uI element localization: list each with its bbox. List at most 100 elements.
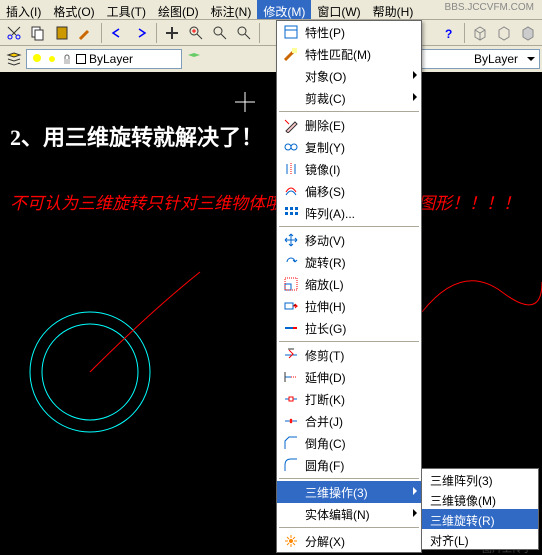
match-button[interactable] (75, 22, 97, 44)
submenu-item-三维镜像[interactable]: 三维镜像(M) (422, 489, 538, 509)
menu-item-分解[interactable]: 分解(X) (277, 530, 421, 552)
layer-toolbar: ByLayer ByLayer (0, 46, 542, 72)
layer-dropdown[interactable]: ByLayer (26, 49, 182, 69)
break-icon (281, 391, 301, 407)
blank-icon (281, 68, 301, 84)
menu-item-label: 镜像(I) (305, 161, 340, 178)
menu-窗口[interactable]: 窗口(W) (311, 0, 366, 19)
menu-标注[interactable]: 标注(N) (205, 0, 258, 19)
zoom-prev-button[interactable] (209, 22, 231, 44)
cube2-button[interactable] (493, 22, 515, 44)
properties-icon (281, 24, 301, 40)
layer-manager-button[interactable] (3, 48, 25, 70)
fillet-icon (281, 457, 301, 473)
erase-icon (281, 117, 301, 133)
menu-帮助[interactable]: 帮助(H) (367, 0, 420, 19)
menu-item-label: 复制(Y) (305, 139, 345, 156)
menu-格式[interactable]: 格式(O) (47, 0, 100, 19)
layer-prev-button[interactable] (183, 48, 205, 70)
move-icon (281, 232, 301, 248)
zoom-win-button[interactable] (233, 22, 255, 44)
menu-item-label: 打断(K) (305, 391, 345, 408)
cut-button[interactable] (3, 22, 25, 44)
menu-item-label: 缩放(L) (305, 276, 344, 293)
menu-item-缩放[interactable]: 缩放(L) (277, 273, 421, 295)
help-button[interactable]: ? (438, 22, 460, 44)
mirror-icon (281, 161, 301, 177)
menu-item-label: 移动(V) (305, 232, 345, 249)
menu-item-偏移[interactable]: 偏移(S) (277, 180, 421, 202)
menu-item-label: 拉长(G) (305, 320, 346, 337)
menu-item-倒角[interactable]: 倒角(C) (277, 432, 421, 454)
menu-item-label: 特性匹配(M) (305, 46, 371, 63)
menu-item-镜像[interactable]: 镜像(I) (277, 158, 421, 180)
menu-item-复制[interactable]: 复制(Y) (277, 136, 421, 158)
menu-item-label: 倒角(C) (305, 435, 346, 452)
menu-item-拉伸[interactable]: 拉伸(H) (277, 295, 421, 317)
layer-name: ByLayer (89, 52, 133, 66)
menu-插入[interactable]: 插入(I) (0, 0, 47, 19)
menu-item-删除[interactable]: 删除(E) (277, 114, 421, 136)
cube1-button[interactable] (469, 22, 491, 44)
menu-item-label: 剪裁(C) (305, 90, 346, 107)
pan-button[interactable] (161, 22, 183, 44)
trim-icon (281, 347, 301, 363)
menu-item-打断[interactable]: 打断(K) (277, 388, 421, 410)
menu-item-label: 旋转(R) (305, 254, 346, 271)
match-icon (281, 46, 301, 62)
menu-修改[interactable]: 修改(M) (257, 0, 311, 19)
extend-icon (281, 369, 301, 385)
copy-button[interactable] (27, 22, 49, 44)
stretch-icon (281, 298, 301, 314)
standard-toolbar: ? (0, 20, 542, 46)
cube3-button[interactable] (517, 22, 539, 44)
menu-item-阵列[interactable]: 阵列(A)... (277, 202, 421, 224)
menu-item-label: 修剪(T) (305, 347, 344, 364)
rotate-icon (281, 254, 301, 270)
offset-icon (281, 183, 301, 199)
chamfer-icon (281, 435, 301, 451)
submenu-item-对齐[interactable]: 对齐(L) (422, 529, 538, 549)
menu-item-特性匹配[interactable]: 特性匹配(M) (277, 43, 421, 65)
menu-item-label: 合并(J) (305, 413, 343, 430)
menu-item-对象[interactable]: 对象(O) (277, 65, 421, 87)
sun-icon (46, 53, 58, 65)
menu-item-延伸[interactable]: 延伸(D) (277, 366, 421, 388)
paste-button[interactable] (51, 22, 73, 44)
redo-button[interactable] (130, 22, 152, 44)
menu-item-label: 延伸(D) (305, 369, 346, 386)
menu-item-label: 偏移(S) (305, 183, 345, 200)
svg-text:?: ? (445, 27, 452, 41)
menu-item-旋转[interactable]: 旋转(R) (277, 251, 421, 273)
menu-item-圆角[interactable]: 圆角(F) (277, 454, 421, 476)
menu-item-拉长[interactable]: 拉长(G) (277, 317, 421, 339)
menu-item-三维操作[interactable]: 三维操作(3) (277, 481, 421, 503)
menu-item-合并[interactable]: 合并(J) (277, 410, 421, 432)
menu-item-特性[interactable]: 特性(P) (277, 21, 421, 43)
menu-item-label: 拉伸(H) (305, 298, 346, 315)
tutorial-note: 不可认为三维旋转只针对三维物体哦，同样适用于平面图形！！！！ (10, 192, 520, 216)
menu-item-label: 三维操作(3) (305, 484, 368, 501)
menu-item-剪裁[interactable]: 剪裁(C) (277, 87, 421, 109)
menu-工具[interactable]: 工具(T) (101, 0, 152, 19)
explode-icon (281, 533, 301, 549)
copy-icon (281, 139, 301, 155)
submenu-item-三维阵列[interactable]: 三维阵列(3) (422, 469, 538, 489)
menu-item-实体编辑[interactable]: 实体编辑(N) (277, 503, 421, 525)
menu-item-label: 特性(P) (305, 24, 345, 41)
menu-item-移动[interactable]: 移动(V) (277, 229, 421, 251)
blank-icon (281, 484, 301, 500)
menu-item-修剪[interactable]: 修剪(T) (277, 344, 421, 366)
zoom-button[interactable] (185, 22, 207, 44)
lengthen-icon (281, 320, 301, 336)
menu-item-label: 圆角(F) (305, 457, 344, 474)
modify-menu: 特性(P) 特性匹配(M) 对象(O) 剪裁(C) 删除(E) 复制(Y) 镜像(I) 偏移(… (276, 20, 422, 553)
blank-icon (281, 90, 301, 106)
bulb-icon (31, 53, 43, 65)
menu-绘图[interactable]: 绘图(D) (152, 0, 205, 19)
undo-button[interactable] (106, 22, 128, 44)
lock-icon (61, 53, 73, 65)
menu-item-label: 实体编辑(N) (305, 506, 370, 523)
tutorial-title: 2、用三维旋转就解决了！ (10, 124, 263, 153)
submenu-item-三维旋转[interactable]: 三维旋转(R) (422, 509, 538, 529)
